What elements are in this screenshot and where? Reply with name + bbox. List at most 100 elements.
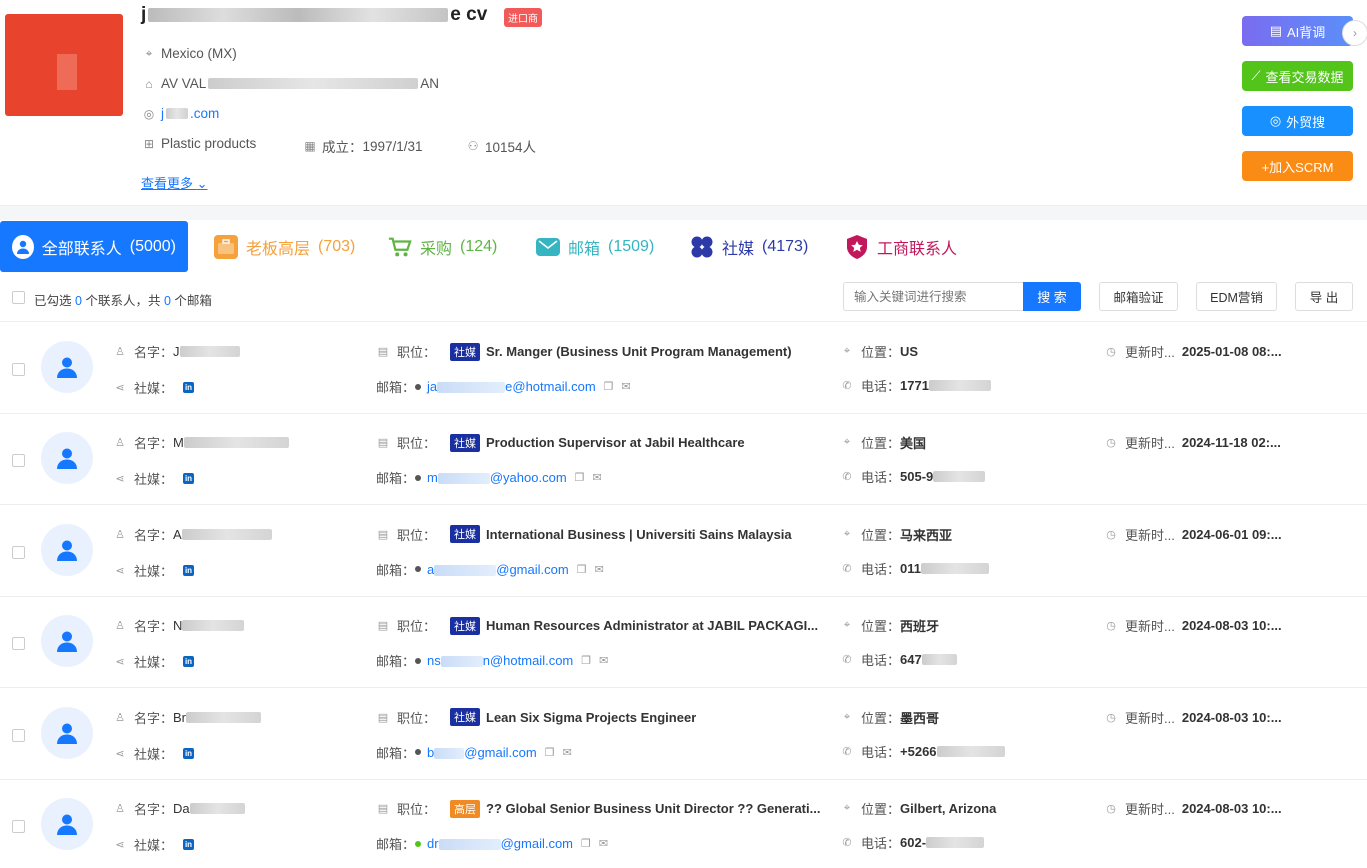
mail-icon bbox=[536, 237, 560, 256]
tab-purchasing[interactable]: 采购 (124) bbox=[388, 221, 497, 272]
home-icon: ⌂ bbox=[145, 76, 153, 91]
user-icon: ♙ bbox=[115, 346, 125, 358]
row-checkbox[interactable] bbox=[12, 454, 25, 468]
foreign-trade-search-button[interactable]: ◎ 外贸搜 bbox=[1242, 106, 1353, 136]
tab-email[interactable]: 邮箱 (1509) bbox=[536, 221, 654, 272]
mail-icon[interactable]: ✉ bbox=[622, 380, 631, 393]
email-link[interactable]: ns n@hotmail.com bbox=[427, 653, 573, 668]
chevron-right-icon[interactable]: › bbox=[1342, 20, 1367, 46]
contact-social: ⋖ 社媒： in bbox=[113, 744, 195, 763]
table-row: ♙ 名字： N ⋖ 社媒： in ▤ 职位： 社媒 Human Resources Adminis… bbox=[0, 597, 1367, 689]
linkedin-icon[interactable]: in bbox=[183, 564, 195, 576]
linkedin-icon[interactable]: in bbox=[183, 656, 195, 668]
linkedin-icon[interactable]: in bbox=[183, 839, 195, 850]
view-more-link[interactable]: 查看更多 ⌄ bbox=[141, 173, 208, 192]
mail-icon[interactable]: ✉ bbox=[599, 654, 608, 667]
chart-icon: ⟋ bbox=[1251, 68, 1261, 83]
location-pin-icon: ⌖ bbox=[843, 436, 851, 449]
contact-name: ♙ 名字： A bbox=[113, 525, 272, 544]
email-status-dot bbox=[415, 566, 422, 573]
contact-email: 邮箱： ns n@hotmail.com ❐ ✉ bbox=[376, 653, 609, 670]
email-status-dot bbox=[415, 657, 422, 664]
avatar bbox=[41, 706, 93, 759]
company-location: ⌖ Mexico (MX) bbox=[142, 46, 237, 61]
view-trade-data-button[interactable]: ⟋ 查看交易数据 bbox=[1242, 61, 1353, 91]
globe-icon: ◎ bbox=[1269, 113, 1282, 128]
globe-icon: ◎ bbox=[143, 106, 155, 121]
search-button[interactable]: 搜 索 bbox=[1023, 282, 1081, 311]
linkedin-icon[interactable]: in bbox=[183, 382, 195, 393]
email-link[interactable]: ja e@hotmail.com bbox=[427, 379, 596, 394]
email-link[interactable]: m @yahoo.com bbox=[427, 470, 567, 485]
row-checkbox[interactable] bbox=[12, 637, 25, 651]
phone-icon: ✆ bbox=[842, 471, 852, 484]
mail-icon[interactable]: ✉ bbox=[595, 563, 604, 576]
phone-icon: ✆ bbox=[842, 745, 852, 758]
user-icon: ♙ bbox=[115, 528, 125, 541]
contact-updated: ◷ 更新时... 2024-11-18 02:... bbox=[1104, 433, 1281, 452]
copy-icon[interactable]: ❐ bbox=[575, 471, 585, 484]
contact-social: ⋖ 社媒： in bbox=[113, 378, 195, 397]
email-status-dot bbox=[415, 474, 422, 481]
copy-icon[interactable]: ❐ bbox=[581, 837, 591, 850]
mail-icon[interactable]: ✉ bbox=[599, 837, 608, 850]
badge-star-icon bbox=[845, 234, 869, 259]
tab-business-contacts[interactable]: 工商联系人 bbox=[845, 221, 957, 272]
location-pin-icon: ⌖ bbox=[843, 619, 851, 632]
location-pin-icon: ⌖ bbox=[843, 527, 851, 540]
row-checkbox[interactable] bbox=[12, 545, 25, 559]
email-status-dot bbox=[415, 383, 422, 390]
tab-all-contacts[interactable]: 全部联系人 (5000) bbox=[0, 221, 188, 272]
copy-icon[interactable]: ❐ bbox=[545, 746, 555, 759]
mail-icon[interactable]: ✉ bbox=[563, 746, 572, 759]
linkedin-icon[interactable]: in bbox=[183, 473, 195, 485]
contact-location: ⌖ 位置： Gilbert, Arizona bbox=[840, 799, 996, 818]
company-industry: ⊞ Plastic products bbox=[143, 136, 257, 151]
mail-icon[interactable]: ✉ bbox=[593, 471, 602, 484]
phone-icon: ✆ bbox=[842, 837, 852, 849]
contact-social: ⋖ 社媒： in bbox=[113, 469, 195, 488]
row-checkbox[interactable] bbox=[12, 363, 25, 376]
email-status-dot bbox=[415, 749, 422, 756]
contact-email: 邮箱： a @gmail.com ❐ ✉ bbox=[376, 561, 604, 578]
table-row: ♙ 名字： J ⋖ 社媒： in ▤ 职位： 社媒 Sr. Manger (Business Un… bbox=[0, 323, 1367, 414]
copy-icon[interactable]: ❐ bbox=[581, 654, 591, 667]
user-icon bbox=[12, 234, 34, 259]
table-row: ♙ 名字： Da ⋖ 社媒： in ▤ 职位： 高层?? Global Senior Busin… bbox=[0, 780, 1367, 868]
company-website[interactable]: ◎ j .com bbox=[142, 106, 220, 121]
avatar bbox=[41, 432, 93, 485]
contact-phone: ✆ 电话： +5266 bbox=[840, 742, 1005, 761]
contact-phone: ✆ 电话： 647 bbox=[840, 650, 957, 669]
email-link[interactable]: a @gmail.com bbox=[427, 562, 569, 577]
contact-email: 邮箱： dr @gmail.com ❐ ✉ bbox=[376, 836, 609, 852]
add-to-scrm-button[interactable]: +加入SCRM bbox=[1242, 151, 1353, 181]
book-icon: ▤ bbox=[1269, 23, 1282, 38]
email-link[interactable]: dr @gmail.com bbox=[427, 836, 573, 851]
contact-position: ▤ 职位： 社媒 Human Resources Administrator at J… bbox=[377, 616, 819, 635]
tab-social-media[interactable]: 社媒 (4173) bbox=[690, 221, 808, 272]
row-checkbox[interactable] bbox=[12, 820, 25, 833]
contact-email: 邮箱： ja e@hotmail.com ❐ ✉ bbox=[376, 379, 631, 395]
copy-icon[interactable]: ❐ bbox=[577, 563, 587, 576]
share-icon: ⋖ bbox=[115, 473, 125, 486]
location-pin-icon: ⌖ bbox=[843, 345, 851, 357]
email-link[interactable]: b @gmail.com bbox=[427, 745, 537, 760]
user-icon: ♙ bbox=[115, 437, 125, 450]
ai-background-check-button[interactable]: ▤ AI背调 bbox=[1242, 16, 1353, 46]
email-verify-button[interactable]: 邮箱验证 bbox=[1099, 282, 1178, 311]
contact-location: ⌖ 位置： 墨西哥 bbox=[840, 708, 939, 727]
copy-icon[interactable]: ❐ bbox=[604, 380, 614, 393]
edm-marketing-button[interactable]: EDM营销 bbox=[1196, 282, 1277, 311]
select-all-checkbox[interactable] bbox=[12, 291, 25, 304]
keyword-search-input[interactable] bbox=[843, 282, 1023, 311]
linkedin-icon[interactable]: in bbox=[183, 747, 195, 759]
clock-icon: ◷ bbox=[1106, 803, 1116, 815]
avatar bbox=[41, 523, 93, 576]
row-checkbox[interactable] bbox=[12, 728, 25, 742]
contact-name: ♙ 名字： Da bbox=[113, 799, 245, 818]
contact-social: ⋖ 社媒： in bbox=[113, 561, 195, 580]
people-icon: ⚇ bbox=[467, 139, 479, 153]
user-icon: ♙ bbox=[115, 803, 125, 815]
tab-executives[interactable]: 老板高层 (703) bbox=[214, 221, 355, 272]
export-button[interactable]: 导 出 bbox=[1295, 282, 1353, 311]
